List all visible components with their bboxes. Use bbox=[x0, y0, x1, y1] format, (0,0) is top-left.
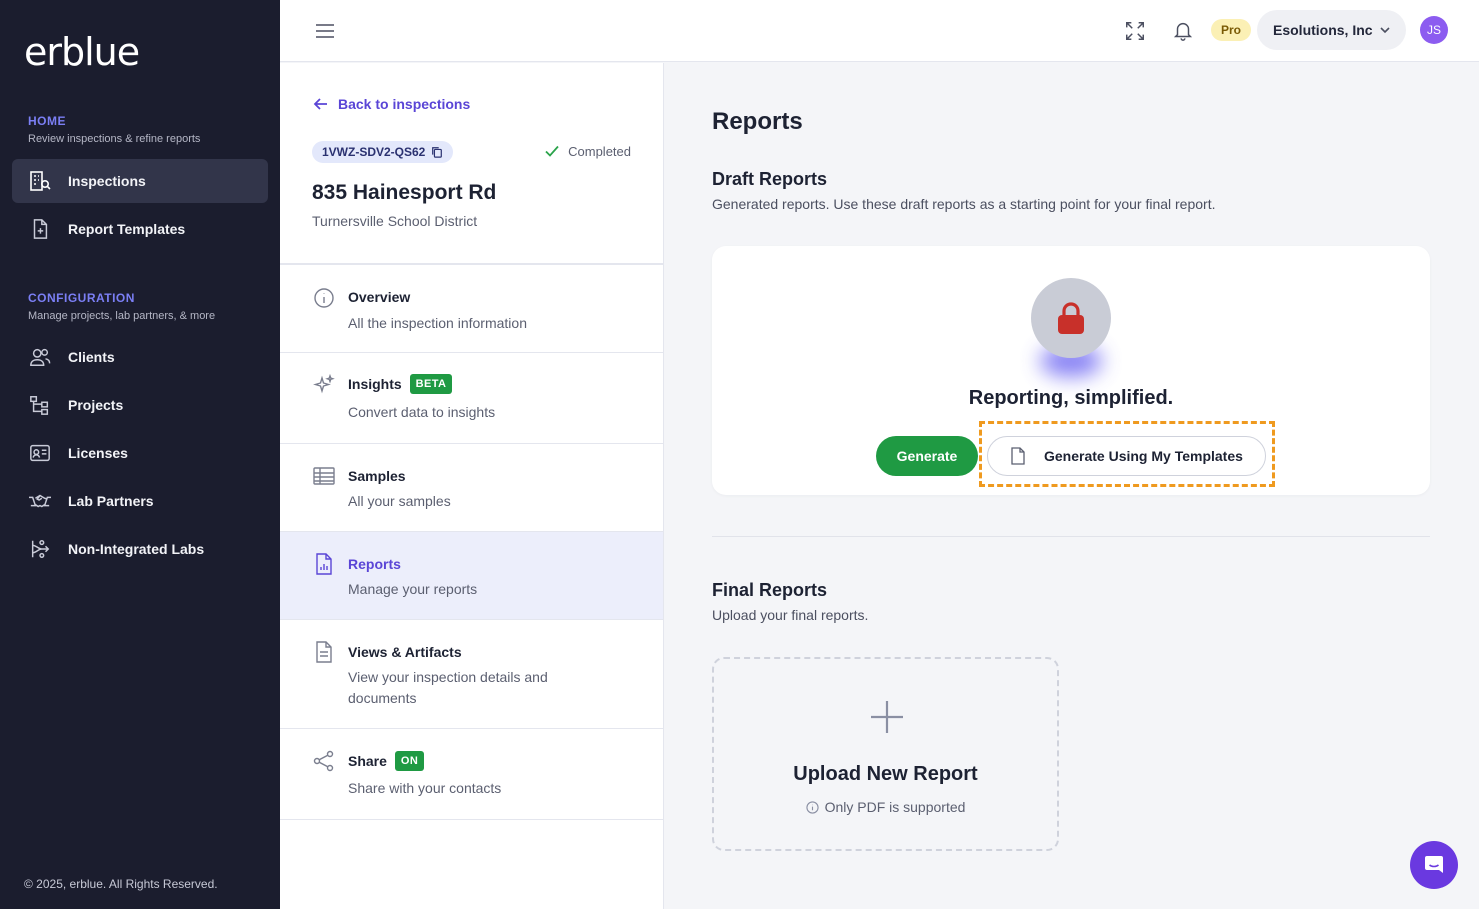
check-icon bbox=[545, 145, 559, 157]
top-bar: Pro Esolutions, Inc JS bbox=[280, 0, 1479, 62]
final-reports-description: Upload your final reports. bbox=[712, 607, 869, 623]
inspection-panel: Back to inspections 1VWZ-SDV2-QS62 Compl… bbox=[280, 63, 664, 909]
handshake-icon bbox=[28, 489, 52, 513]
sidebar: erblue HOME Review inspections & refine … bbox=[0, 0, 280, 909]
sidebar-item-clients[interactable]: Clients bbox=[12, 335, 268, 379]
inspection-code-chip[interactable]: 1VWZ-SDV2-QS62 bbox=[312, 141, 454, 163]
sidebar-item-label: Projects bbox=[68, 397, 124, 413]
draft-reports-heading: Draft Reports bbox=[712, 169, 828, 189]
status-text: Completed bbox=[568, 143, 631, 159]
file-plus-icon bbox=[28, 217, 52, 241]
beta-badge: BETA bbox=[409, 374, 453, 394]
menu-item-title: Overview bbox=[348, 289, 411, 305]
inspection-district: Turnersville School District bbox=[312, 213, 478, 229]
chat-bubble-icon bbox=[1425, 856, 1443, 873]
menu-item-subtitle: Convert data to insights bbox=[348, 404, 496, 420]
sidebar-item-label: Inspections bbox=[68, 173, 146, 189]
plan-badge: Pro bbox=[1211, 19, 1252, 41]
sidebar-item-label: Clients bbox=[68, 349, 115, 365]
page-title: Reports bbox=[712, 108, 803, 135]
bell-icon[interactable] bbox=[1170, 18, 1196, 44]
upload-note-text: Only PDF is supported bbox=[824, 799, 966, 815]
inspection-code: 1VWZ-SDV2-QS62 bbox=[322, 145, 426, 159]
report-chart-icon bbox=[316, 553, 332, 575]
menu-item-subtitle: All your samples bbox=[348, 493, 451, 509]
home-section-title: HOME bbox=[28, 114, 66, 128]
share-on-badge: ON bbox=[394, 751, 425, 771]
document-icon bbox=[316, 641, 332, 663]
sparkles-icon bbox=[313, 374, 335, 394]
hierarchy-icon bbox=[28, 393, 52, 417]
menu-item-overview[interactable]: Overview All the inspection information bbox=[280, 265, 663, 353]
sidebar-item-non-integrated-labs[interactable]: Non-Integrated Labs bbox=[12, 527, 268, 571]
menu-item-subtitle: All the inspection information bbox=[348, 315, 527, 331]
user-avatar[interactable]: JS bbox=[1420, 16, 1448, 44]
menu-item-title: Reports bbox=[348, 556, 401, 572]
copyright-text: © 2025, erblue. All Rights Reserved. bbox=[24, 877, 218, 891]
draft-reports-description: Generated reports. Use these draft repor… bbox=[712, 196, 1216, 212]
fullscreen-icon[interactable] bbox=[1122, 18, 1148, 44]
branch-icon bbox=[28, 537, 52, 561]
file-icon bbox=[1011, 447, 1025, 465]
sidebar-item-label: Lab Partners bbox=[68, 493, 154, 509]
menu-item-share[interactable]: Share ON Share with your contacts bbox=[280, 729, 663, 820]
generate-using-templates-button[interactable]: Generate Using My Templates bbox=[987, 436, 1266, 476]
sidebar-item-inspections[interactable]: Inspections bbox=[12, 159, 268, 203]
menu-item-subtitle: View your inspection details and documen… bbox=[348, 669, 548, 706]
configuration-section-subtitle: Manage projects, lab partners, & more bbox=[28, 310, 216, 322]
users-icon bbox=[28, 345, 52, 369]
plus-icon bbox=[871, 701, 903, 733]
menu-item-subtitle: Share with your contacts bbox=[348, 780, 502, 796]
menu-item-reports[interactable]: Reports Manage your reports bbox=[280, 532, 663, 620]
info-icon bbox=[805, 800, 819, 814]
id-card-icon bbox=[28, 441, 52, 465]
menu-item-title: Samples bbox=[348, 468, 406, 484]
sidebar-item-label: Licenses bbox=[68, 445, 128, 461]
building-search-icon bbox=[28, 169, 52, 193]
sidebar-item-report-templates[interactable]: Report Templates bbox=[12, 207, 268, 251]
draft-tagline: Reporting, simplified. bbox=[968, 387, 1174, 409]
organization-name: Esolutions, Inc bbox=[1273, 22, 1373, 38]
upload-note: Only PDF is supported bbox=[714, 799, 1057, 815]
copy-icon bbox=[432, 147, 443, 158]
sidebar-item-licenses[interactable]: Licenses bbox=[12, 431, 268, 475]
menu-item-views-artifacts[interactable]: Views & Artifacts View your inspection d… bbox=[280, 620, 663, 729]
inspection-address: 835 Hainesport Rd bbox=[312, 181, 497, 204]
arrow-left-icon bbox=[313, 98, 327, 110]
hamburger-menu-icon[interactable] bbox=[314, 20, 336, 42]
erblue-logo[interactable]: erblue bbox=[24, 30, 140, 74]
menu-item-title: Views & Artifacts bbox=[348, 644, 462, 660]
menu-item-insights[interactable]: Insights BETA Convert data to insights bbox=[280, 353, 663, 444]
sidebar-item-label: Non-Integrated Labs bbox=[68, 541, 205, 557]
back-link-label: Back to inspections bbox=[338, 96, 471, 112]
info-icon bbox=[314, 288, 334, 308]
share-icon bbox=[313, 750, 334, 772]
chat-support-button[interactable] bbox=[1410, 841, 1458, 889]
upload-new-report-dropzone[interactable]: Upload New Report Only PDF is supported bbox=[712, 657, 1059, 851]
organization-select[interactable]: Esolutions, Inc bbox=[1257, 10, 1406, 50]
inspection-status: Completed bbox=[544, 143, 631, 159]
lock-icon bbox=[1031, 278, 1111, 358]
upload-title: Upload New Report bbox=[793, 763, 978, 785]
configuration-section-title: CONFIGURATION bbox=[28, 291, 135, 305]
menu-item-subtitle: Manage your reports bbox=[348, 581, 478, 597]
final-reports-heading: Final Reports bbox=[712, 580, 828, 600]
menu-item-title: Share bbox=[348, 753, 387, 769]
sidebar-item-projects[interactable]: Projects bbox=[12, 383, 268, 427]
generate-button[interactable]: Generate bbox=[876, 436, 978, 476]
divider bbox=[712, 536, 1430, 537]
menu-item-title: Insights bbox=[348, 376, 402, 392]
table-icon bbox=[313, 467, 335, 485]
templates-button-label: Generate Using My Templates bbox=[1044, 448, 1243, 464]
home-section-subtitle: Review inspections & refine reports bbox=[28, 133, 201, 145]
menu-item-samples[interactable]: Samples All your samples bbox=[280, 444, 663, 532]
sidebar-item-lab-partners[interactable]: Lab Partners bbox=[12, 479, 268, 523]
chevron-down-icon bbox=[1378, 23, 1392, 40]
back-to-inspections-link[interactable]: Back to inspections bbox=[312, 95, 470, 113]
sidebar-item-label: Report Templates bbox=[68, 221, 186, 237]
